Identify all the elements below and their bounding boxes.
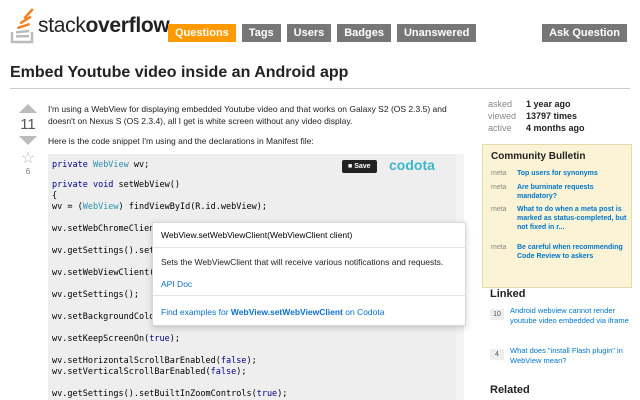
api-doc-link[interactable]: API Doc (161, 279, 192, 289)
code-line: wv.setVerticalScrollBarEnabled(false); (52, 367, 247, 377)
stack-icon (10, 8, 36, 44)
nav-questions[interactable]: Questions (168, 24, 236, 42)
downvote-icon[interactable] (19, 136, 37, 145)
linked-heading: Linked (490, 288, 526, 300)
save-snippet-button[interactable]: ■ Save (342, 160, 377, 173)
stat-active: active 4 months ago (488, 123, 585, 133)
nav-badges[interactable]: Badges (337, 24, 391, 42)
code-line: wv.getSettings().setBuiltInZoomControls(… (52, 389, 288, 399)
code-line: wv.getSettings().set (52, 246, 155, 256)
nav-users[interactable]: Users (286, 24, 332, 42)
popup-description: Sets the WebViewClient that will receive… (161, 257, 444, 267)
code-line: wv.setKeepScreenOn(true); (52, 334, 180, 344)
question-body: I'm using a WebView for displaying embed… (48, 103, 458, 155)
codota-logo[interactable]: codota (389, 157, 435, 173)
nav-unanswered[interactable]: Unanswered (396, 24, 477, 42)
title-divider (10, 88, 630, 89)
find-examples-link[interactable]: Find examples for WebView.setWebViewClie… (161, 307, 384, 317)
nav-tags[interactable]: Tags (241, 24, 281, 42)
community-bulletin: Community Bulletin meta Top users for syn… (482, 144, 632, 288)
stat-asked: asked 1 year ago (488, 99, 571, 109)
code-line: private WebView wv; (52, 160, 150, 170)
stackoverflow-logo[interactable]: stackoverflow (10, 8, 170, 44)
popup-signature: WebView.setWebViewClient(WebViewClient c… (161, 230, 353, 240)
site-header: stackoverflow Questions Tags Users Badge… (0, 0, 640, 52)
logo-text: stackoverflow (38, 14, 170, 37)
popup-divider (153, 295, 465, 296)
vote-count: 11 (20, 116, 36, 133)
stat-viewed: viewed 13797 times (488, 111, 578, 121)
code-line: wv.setHorizontalScrollBarEnabled(false); (52, 356, 257, 366)
code-line: wv = (WebView) findViewById(R.id.webView… (52, 202, 267, 212)
vote-cell: 11 ☆ 6 (14, 104, 42, 176)
related-heading: Related (490, 384, 530, 396)
code-line: { (52, 191, 58, 201)
ask-question-button[interactable]: Ask Question (542, 24, 627, 42)
popup-divider (153, 247, 465, 248)
bulletin-title: Community Bulletin (491, 151, 586, 162)
code-line: wv.setWebViewClient( (52, 268, 155, 278)
question-stats: asked 1 year ago viewed 13797 times active… (488, 98, 585, 134)
main-nav: Questions Tags Users Badges Unanswered (168, 24, 477, 42)
favorite-count: 6 (25, 167, 31, 176)
code-line: wv.setWebChromeClient( (52, 224, 165, 234)
code-line: private void setWebView() (52, 180, 180, 190)
post-paragraph: Here is the code snippet I'm using and t… (48, 136, 314, 146)
upvote-icon[interactable] (19, 104, 37, 113)
code-line: wv.setBackgroundColo (52, 312, 155, 322)
code-line: wv.getSettings(); (52, 290, 139, 300)
post-paragraph: I'm using a WebView for displaying embed… (48, 104, 447, 126)
codota-popup: WebView.setWebViewClient(WebViewClient c… (152, 222, 466, 326)
favorite-star-icon[interactable]: ☆ (14, 151, 42, 167)
question-title[interactable]: Embed Youtube video inside an Android ap… (10, 64, 348, 82)
